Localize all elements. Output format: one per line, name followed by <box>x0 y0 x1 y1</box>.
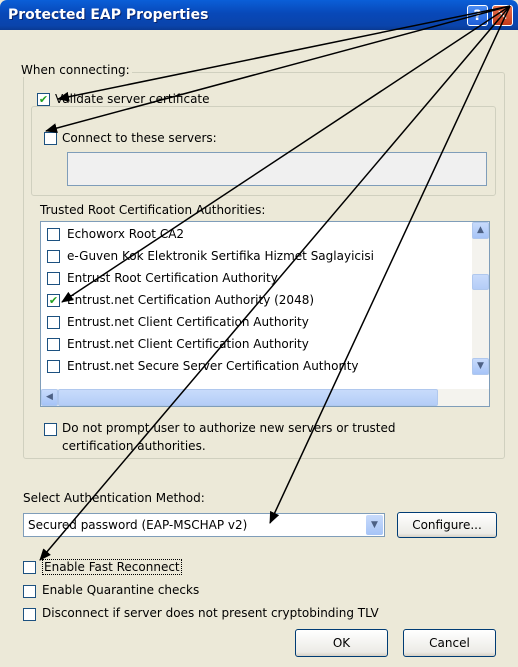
title-bar[interactable]: Protected EAP Properties ? ✕ <box>0 0 518 30</box>
connect-servers-check[interactable] <box>44 132 57 145</box>
list-item[interactable]: Entrust.net Secure Server Certification … <box>47 356 487 378</box>
vertical-scroll-thumb[interactable] <box>472 274 489 290</box>
quarantine-label: Enable Quarantine checks <box>42 583 200 597</box>
list-item-checkbox[interactable] <box>47 338 60 351</box>
do-not-prompt-check[interactable] <box>44 423 57 436</box>
fast-reconnect-check[interactable] <box>23 561 36 574</box>
scroll-up-icon[interactable]: ▲ <box>472 222 489 239</box>
ok-button[interactable]: OK <box>295 629 388 657</box>
auth-method-label: Select Authentication Method: <box>23 491 205 505</box>
list-item[interactable]: ✔ Entrust.net Certification Authority (2… <box>47 290 487 312</box>
vertical-scrollbar[interactable]: ▲ ▼ <box>472 222 489 375</box>
cryptobinding-label: Disconnect if server does not present cr… <box>42 606 379 620</box>
list-item[interactable]: e-Guven Kok Elektronik Sertifika Hizmet … <box>47 246 487 268</box>
list-item-label: Entrust.net Client Certification Authori… <box>67 337 309 351</box>
do-not-prompt-label-line2: certification authorities. <box>62 439 206 453</box>
do-not-prompt-label-line1: Do not prompt user to authorize new serv… <box>62 421 396 435</box>
horizontal-scroll-thumb[interactable] <box>58 389 438 406</box>
list-item-checkbox[interactable] <box>47 272 60 285</box>
list-item-checkbox[interactable]: ✔ <box>47 294 60 307</box>
fast-reconnect-label: Enable Fast Reconnect <box>42 559 182 575</box>
configure-button[interactable]: Configure... <box>397 512 497 538</box>
dialog-window: Protected EAP Properties ? ✕ When connec… <box>0 0 518 667</box>
scroll-down-icon[interactable]: ▼ <box>472 358 489 375</box>
list-item-checkbox[interactable] <box>47 360 60 373</box>
list-item-label: Entrust.net Secure Server Certification … <box>67 359 359 373</box>
connect-servers-label: Connect to these servers: <box>62 131 217 145</box>
list-item-checkbox[interactable] <box>47 228 60 241</box>
connecting-label: When connecting: <box>21 63 132 77</box>
list-item-checkbox[interactable] <box>47 316 60 329</box>
help-icon[interactable]: ? <box>467 5 488 26</box>
list-item-label: e-Guven Kok Elektronik Sertifika Hizmet … <box>67 249 374 263</box>
trusted-root-list[interactable]: Echoworx Root CA2 e-Guven Kok Elektronik… <box>40 221 490 407</box>
list-item[interactable]: Entrust Root Certification Authority <box>47 268 487 290</box>
chevron-down-icon[interactable]: ▼ <box>366 515 383 535</box>
servers-input[interactable] <box>67 152 487 186</box>
list-item-label: Entrust.net Certification Authority (204… <box>67 293 315 307</box>
cryptobinding-check[interactable] <box>23 608 36 621</box>
list-item-label: Entrust.net Client Certification Authori… <box>67 315 309 329</box>
trusted-root-label: Trusted Root Certification Authorities: <box>40 203 266 217</box>
scroll-left-icon[interactable]: ◀ <box>41 389 58 406</box>
list-item[interactable]: Entrust.net Client Certification Authori… <box>47 312 487 334</box>
list-item[interactable]: Entrust.net Client Certification Authori… <box>47 334 487 356</box>
validate-certificate-check[interactable]: ✔ <box>37 93 50 106</box>
auth-method-value: Secured password (EAP-MSCHAP v2) <box>28 518 248 532</box>
close-icon[interactable]: ✕ <box>492 5 513 26</box>
list-item[interactable]: Echoworx Root CA2 <box>47 224 487 246</box>
horizontal-scrollbar[interactable]: ◀ ▶ <box>41 389 489 406</box>
list-item-label: Entrust Root Certification Authority <box>67 271 278 285</box>
list-item-label: Echoworx Root CA2 <box>67 227 185 241</box>
quarantine-check[interactable] <box>23 585 36 598</box>
auth-method-select[interactable]: Secured password (EAP-MSCHAP v2) ▼ <box>23 513 385 537</box>
list-item-checkbox[interactable] <box>47 250 60 263</box>
cancel-button[interactable]: Cancel <box>403 629 496 657</box>
validate-certificate-label: Validate server certificate <box>55 92 210 106</box>
window-title: Protected EAP Properties <box>8 7 209 23</box>
